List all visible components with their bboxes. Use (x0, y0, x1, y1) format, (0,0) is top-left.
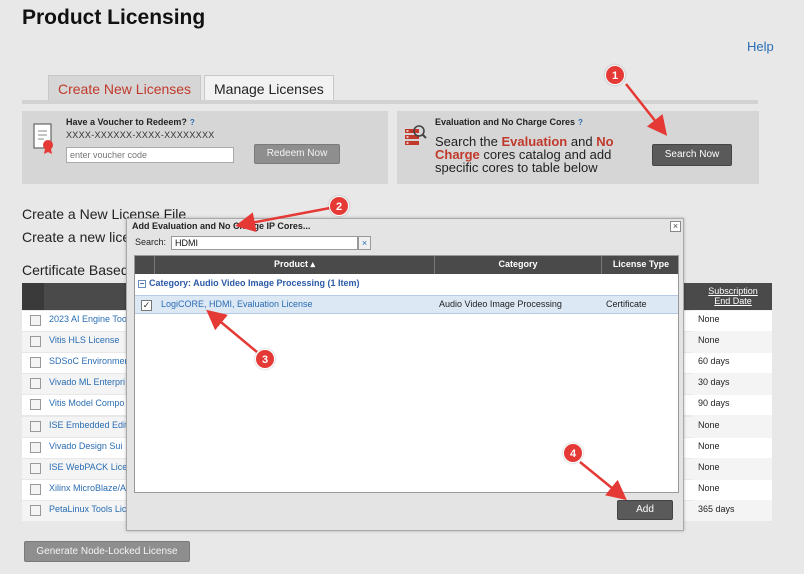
evaluation-panel: Evaluation and No Charge Cores? Search t… (397, 111, 759, 184)
row-checkbox[interactable] (30, 421, 41, 432)
category-cell: Audio Video Image Processing (439, 299, 562, 309)
product-link[interactable]: LogiCORE, HDMI, Evaluation License (161, 299, 313, 309)
voucher-title: Have a Voucher to Redeem?? (66, 117, 195, 127)
cores-grid-header: Product ▴ Category License Type (135, 256, 678, 274)
generate-node-locked-license-button[interactable]: Generate Node-Locked License (24, 541, 190, 562)
cores-catalog-icon (405, 125, 427, 145)
subscription-value: None (698, 441, 720, 451)
collapse-icon[interactable]: − (138, 280, 146, 288)
subscription-value: None (698, 335, 720, 345)
row-checkbox[interactable] (30, 315, 41, 326)
add-eval-cores-dialog: Add Evaluation and No Charge IP Cores...… (126, 218, 684, 531)
tab-manage-licenses[interactable]: Manage Licenses (204, 75, 334, 101)
column-header-category[interactable]: Category (435, 259, 601, 269)
column-header-product[interactable]: Product ▴ (155, 259, 434, 270)
callout-badge-3: 3 (255, 349, 275, 369)
evaluation-title-text: Evaluation and No Charge Cores (435, 117, 576, 127)
subscription-end-date-header[interactable]: Subscription End Date (700, 286, 766, 306)
subscription-value: 365 days (698, 504, 735, 514)
subscription-value: None (698, 420, 720, 430)
voucher-format-hint: XXXX-XXXXXX-XXXX-XXXXXXXX (66, 130, 215, 140)
license-name-link[interactable]: Vitis HLS License (49, 335, 119, 345)
callout-badge-1: 1 (605, 65, 625, 85)
license-name-link[interactable]: PetaLinux Tools Lic (49, 504, 126, 514)
search-label: Search: (135, 237, 167, 247)
callout-badge-4: 4 (563, 443, 583, 463)
close-icon[interactable]: × (670, 221, 681, 232)
voucher-title-text: Have a Voucher to Redeem? (66, 117, 187, 127)
license-type-cell: Certificate (606, 299, 647, 309)
cores-grid: Product ▴ Category License Type − Categor… (134, 255, 679, 493)
row-checkbox[interactable] (30, 484, 41, 495)
table-row[interactable]: ✓ LogiCORE, HDMI, Evaluation License Aud… (135, 295, 678, 314)
search-input[interactable] (171, 236, 358, 250)
callout-badge-2: 2 (329, 196, 349, 216)
license-name-link[interactable]: Vivado Design Sui (49, 441, 122, 451)
license-name-link[interactable]: Vitis Model Compo (49, 398, 124, 408)
certificate-based-heading: Certificate Based (22, 262, 129, 278)
subscription-value: 30 days (698, 377, 730, 387)
row-checkbox[interactable] (30, 463, 41, 474)
subscription-value: None (698, 483, 720, 493)
licenses-table-select-col (22, 283, 44, 310)
dialog-title: Add Evaluation and No Charge IP Cores... (132, 221, 311, 231)
category-group-row[interactable]: − Category: Audio Video Image Processing … (135, 278, 678, 294)
license-name-link[interactable]: Xilinx MicroBlaze/A (49, 483, 126, 493)
license-name-link[interactable]: ISE Embedded Edit (49, 420, 128, 430)
row-checkbox[interactable] (30, 442, 41, 453)
voucher-code-input[interactable] (66, 147, 234, 163)
row-checkbox[interactable] (30, 357, 41, 368)
row-checkbox[interactable] (30, 505, 41, 516)
voucher-help-icon[interactable]: ? (190, 118, 195, 127)
help-link[interactable]: Help (747, 39, 774, 54)
tab-divider (22, 100, 758, 104)
subscription-value: None (698, 462, 720, 472)
license-name-link[interactable]: SDSoC Environmen (49, 356, 130, 366)
add-button[interactable]: Add (617, 500, 673, 520)
tab-create-new-licenses[interactable]: Create New Licenses (48, 75, 202, 101)
license-name-link[interactable]: ISE WebPACK Lice (49, 462, 127, 472)
evaluation-help-icon[interactable]: ? (578, 118, 583, 127)
evaluation-description: Search the Evaluation and No Charge cores… (435, 134, 614, 175)
row-checkbox[interactable] (30, 336, 41, 347)
subscription-value: 90 days (698, 398, 730, 408)
redeem-now-button[interactable]: Redeem Now (254, 144, 340, 164)
clear-search-icon[interactable]: × (358, 236, 371, 250)
subscription-value: None (698, 314, 720, 324)
create-license-instructions: Create a new lice (22, 229, 131, 245)
subscription-value: 60 days (698, 356, 730, 366)
row-checkbox-checked[interactable]: ✓ (141, 300, 152, 311)
row-checkbox[interactable] (30, 399, 41, 410)
search-now-button[interactable]: Search Now (652, 144, 732, 166)
evaluation-title: Evaluation and No Charge Cores? (435, 117, 583, 127)
voucher-panel: Have a Voucher to Redeem?? XXXX-XXXXXX-X… (22, 111, 388, 184)
page-title: Product Licensing (22, 6, 206, 29)
license-name-link[interactable]: Vivado ML Enterpri (49, 377, 125, 387)
category-group-label: Category: Audio Video Image Processing (… (149, 278, 360, 288)
certificate-document-icon (33, 123, 53, 154)
row-checkbox[interactable] (30, 378, 41, 389)
license-name-link[interactable]: 2023 AI Engine Too (49, 314, 127, 324)
column-header-license-type[interactable]: License Type (602, 259, 678, 269)
